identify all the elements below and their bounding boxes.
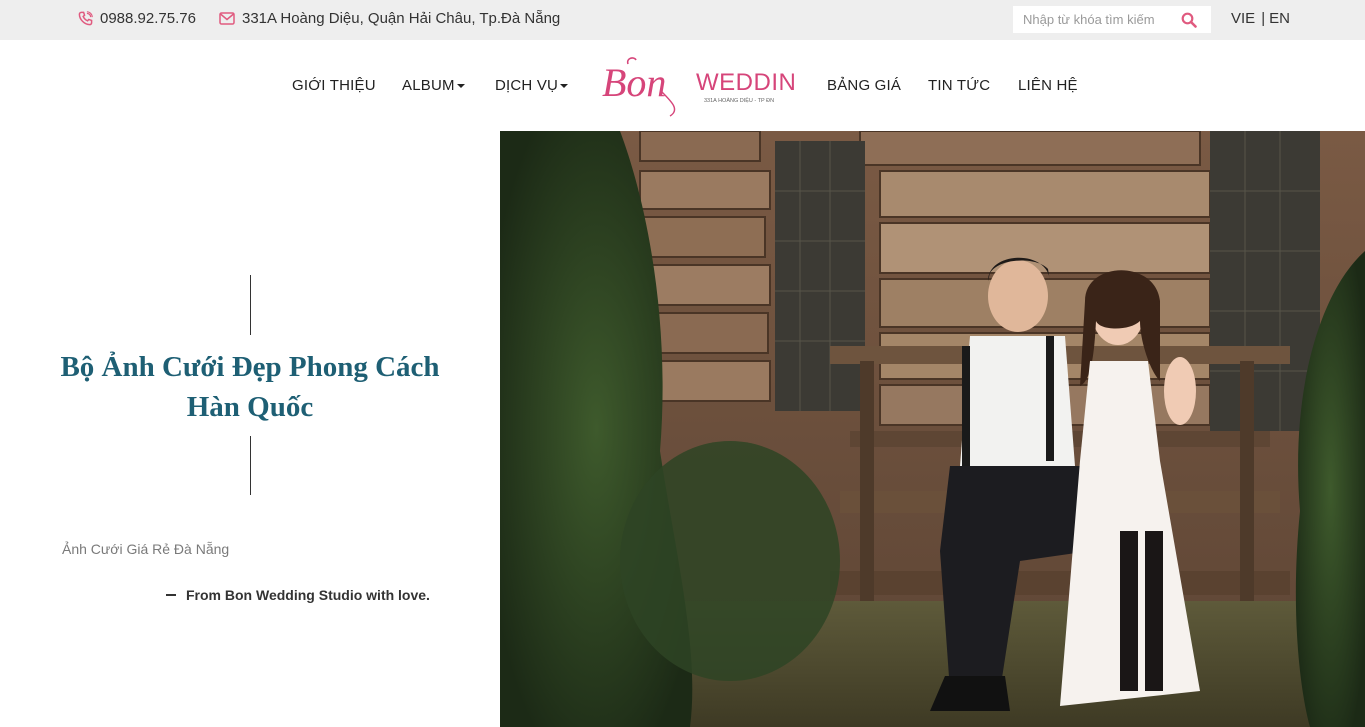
lang-en[interactable]: EN	[1269, 10, 1290, 27]
bon-wedding-logo[interactable]: Bon WEDDING 331A HOÀNG DIỆU - TP ĐN	[600, 54, 796, 118]
phone-icon	[78, 11, 93, 26]
search-box	[1013, 6, 1211, 33]
hero-signature: From Bon Wedding Studio with love.	[166, 587, 430, 603]
nav-label: TIN TỨC	[928, 77, 991, 94]
top-bar: 0988.92.75.76 331A Hoàng Diệu, Quận Hải …	[0, 0, 1365, 40]
logo-script: Bon	[602, 60, 666, 105]
lang-vie[interactable]: VIE	[1231, 10, 1255, 27]
nav-item-lien-he[interactable]: LIÊN HỆ	[1018, 77, 1078, 94]
phone-contact[interactable]: 0988.92.75.76	[78, 10, 196, 27]
nav-item-bang-gia[interactable]: BẢNG GIÁ	[827, 77, 901, 94]
nav-label: BẢNG GIÁ	[827, 77, 902, 94]
logo-tagline: 331A HOÀNG DIỆU - TP ĐN	[704, 96, 774, 104]
search-icon[interactable]	[1181, 12, 1197, 28]
nav-label: GIỚI THIỆU	[292, 77, 376, 94]
dash-mark	[166, 594, 176, 596]
main-nav: GIỚI THIỆU ALBUM DỊCH VỤ Bon WEDDING 331…	[0, 40, 1365, 131]
hero-title: Bộ Ảnh Cưới Đẹp Phong Cách Hàn Quốc	[60, 351, 440, 423]
lang-separator: |	[1261, 10, 1266, 27]
phone-number: 0988.92.75.76	[100, 10, 196, 27]
nav-label: LIÊN HỆ	[1018, 77, 1078, 94]
hero-text-panel: Bộ Ảnh Cưới Đẹp Phong Cách Hàn Quốc Ảnh …	[0, 131, 500, 727]
signature-text: From Bon Wedding Studio with love.	[186, 587, 430, 603]
address-text: 331A Hoàng Diệu, Quận Hải Châu, Tp.Đà Nẵ…	[242, 10, 561, 27]
logo-wordmark: WEDDING	[696, 69, 796, 96]
nav-label: ALBUM	[402, 77, 455, 94]
search-input[interactable]	[1013, 6, 1173, 33]
hero-subtitle: Ảnh Cưới Giá Rẻ Đà Nẵng	[62, 541, 230, 557]
nav-label: DỊCH VỤ	[495, 77, 559, 94]
nav-item-tin-tuc[interactable]: TIN TỨC	[928, 77, 990, 94]
caret-down-icon	[560, 84, 569, 88]
envelope-icon	[219, 12, 235, 25]
nav-item-album[interactable]: ALBUM	[402, 77, 465, 94]
wedding-couple-photo	[500, 131, 1365, 727]
nav-item-dich-vu[interactable]: DỊCH VỤ	[495, 77, 569, 94]
address-contact[interactable]: 331A Hoàng Diệu, Quận Hải Châu, Tp.Đà Nẵ…	[219, 10, 560, 27]
divider-line-top	[250, 275, 251, 335]
divider-line-bottom	[250, 436, 251, 495]
caret-down-icon	[456, 84, 465, 88]
language-switcher: VIE | EN	[1231, 10, 1290, 27]
hero-photo	[500, 131, 1365, 727]
nav-item-gioi-thieu[interactable]: GIỚI THIỆU	[292, 77, 376, 94]
